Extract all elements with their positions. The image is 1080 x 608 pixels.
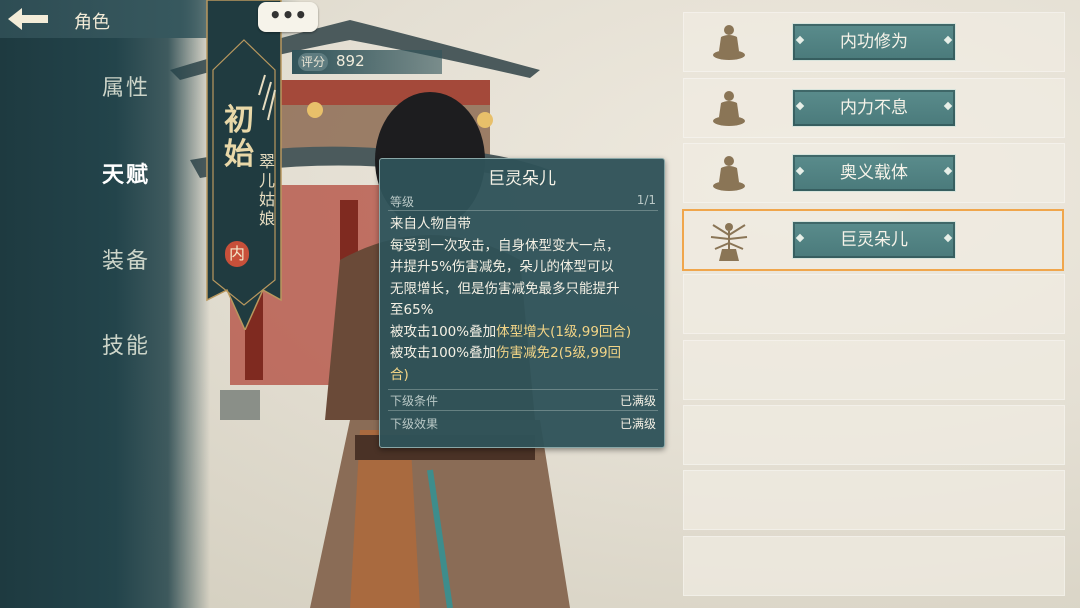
tooltip-next-condition: 下级条件 已满级 bbox=[390, 392, 656, 409]
tooltip-description: 来自人物自带 每受到一次攻击，自身体型变大一点， 并提升5%伤害减免，朵儿的体型… bbox=[390, 214, 660, 386]
empty-skill-slot[interactable] bbox=[683, 470, 1065, 530]
effect-name: 伤害减免2 bbox=[496, 345, 559, 361]
skill-button-giant-duoer[interactable]: 巨灵朵儿 bbox=[792, 221, 956, 259]
multi-armed-deity-icon bbox=[710, 223, 748, 261]
skill-slot[interactable]: 奥义载体 bbox=[683, 143, 1065, 203]
skill-slot[interactable]: 内力不息 bbox=[683, 78, 1065, 138]
back-arrow-icon bbox=[8, 8, 48, 30]
tooltip-line: 来自人物自带 bbox=[390, 216, 471, 232]
back-button[interactable] bbox=[4, 4, 52, 34]
character-type-badge: 内 bbox=[225, 241, 249, 267]
tooltip-line: 至65% bbox=[390, 302, 434, 318]
next-condition-label: 下级条件 bbox=[390, 394, 439, 408]
tooltip-level-value: 1/1 bbox=[636, 193, 656, 207]
tooltip-level-row: 等级 1/1 bbox=[390, 193, 656, 210]
next-effect-value: 已满级 bbox=[619, 417, 656, 431]
tooltip-level-label: 等级 bbox=[390, 195, 415, 209]
meditating-monk-icon bbox=[713, 156, 745, 191]
chat-button[interactable]: ••• bbox=[258, 2, 318, 32]
empty-skill-slot[interactable] bbox=[683, 405, 1065, 465]
skill-slot-selected[interactable]: 巨灵朵儿 bbox=[682, 209, 1064, 271]
tooltip-line: 并提升5%伤害减免，朵儿的体型可以 bbox=[390, 259, 614, 275]
tooltip-title: 巨灵朵儿 bbox=[488, 169, 556, 189]
effect-name: 体型增大 bbox=[496, 323, 551, 340]
next-condition-value: 已满级 bbox=[619, 394, 656, 408]
character-name: 翠儿姑娘 bbox=[258, 152, 275, 228]
tooltip-effect-line: 被攻击100%叠加体型增大(1级,99回合) bbox=[390, 322, 660, 344]
sidebar-item-talents[interactable]: 天赋 bbox=[102, 157, 150, 189]
page-title: 角色 bbox=[74, 12, 110, 33]
next-effect-label: 下级效果 bbox=[390, 417, 439, 431]
tooltip-divider bbox=[388, 389, 658, 390]
tooltip-line: 无限增长，但是伤害减免最多只能提升 bbox=[390, 280, 620, 297]
skill-slot[interactable]: 内功修为 bbox=[683, 12, 1065, 72]
effect-prefix: 被攻击100%叠加 bbox=[390, 323, 497, 340]
meditating-monk-icon bbox=[713, 25, 745, 60]
skill-button-inner-power[interactable]: 内功修为 bbox=[792, 23, 956, 61]
empty-skill-slot[interactable] bbox=[683, 340, 1065, 400]
skill-button-endless-energy[interactable]: 内力不息 bbox=[792, 89, 956, 127]
effect-detail: (1级,99回合) bbox=[550, 323, 632, 340]
score-label: 评分 bbox=[298, 53, 328, 71]
tooltip-line: 每受到一次攻击，自身体型变大一点， bbox=[390, 237, 620, 254]
meditating-monk-icon bbox=[713, 91, 745, 126]
sidebar-item-equipment[interactable]: 装备 bbox=[102, 243, 150, 275]
tooltip-effect-line: 被攻击100%叠加伤害减免2(5级,99回 bbox=[390, 343, 660, 365]
ellipsis-bubble-icon: ••• bbox=[268, 3, 308, 27]
sidebar-item-skills[interactable]: 技能 bbox=[102, 328, 150, 360]
tooltip-divider bbox=[388, 210, 658, 211]
sidebar-item-attributes[interactable]: 属性 bbox=[102, 70, 150, 102]
skill-tooltip: 巨灵朵儿 等级 1/1 来自人物自带 每受到一次攻击，自身体型变大一点， 并提升… bbox=[379, 158, 665, 448]
tooltip-next-effect: 下级效果 已满级 bbox=[390, 415, 656, 432]
effect-prefix: 被攻击100%叠加 bbox=[390, 345, 497, 361]
score-value: 892 bbox=[336, 52, 365, 70]
character-rank: 初始 bbox=[224, 103, 254, 172]
effect-detail: (5级,99回 bbox=[558, 345, 622, 361]
empty-skill-slot[interactable] bbox=[683, 536, 1065, 596]
tooltip-line: 合) bbox=[390, 366, 409, 383]
tooltip-divider bbox=[388, 410, 658, 411]
skill-button-arcane-vessel[interactable]: 奥义载体 bbox=[792, 154, 956, 192]
empty-skill-slot[interactable] bbox=[683, 274, 1065, 334]
